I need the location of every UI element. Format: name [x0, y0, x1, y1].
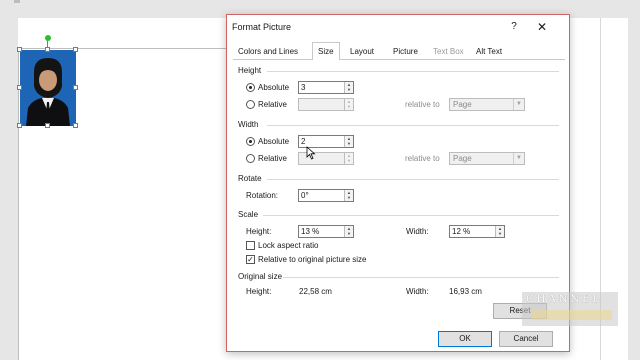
scale-height-label: Height:	[246, 227, 272, 236]
tab-alt-text[interactable]: Alt Text	[471, 44, 507, 59]
tab-layout[interactable]: Layout	[345, 44, 379, 59]
height-absolute-spinner[interactable]: 3 ▲ ▼	[298, 81, 354, 94]
resize-handle-l[interactable]	[17, 85, 22, 90]
ruler-mark	[14, 0, 20, 3]
height-absolute-radio[interactable]	[246, 83, 255, 92]
cancel-button[interactable]: Cancel	[499, 331, 553, 347]
selected-picture[interactable]	[17, 47, 78, 128]
scale-height-spinner[interactable]: 13 % ▲ ▼	[298, 225, 354, 238]
resize-handle-r[interactable]	[73, 85, 78, 90]
section-height: Height	[238, 66, 262, 75]
lock-aspect-ratio-label: Lock aspect ratio	[258, 241, 319, 250]
width-relative-label: Relative	[258, 154, 287, 163]
section-width: Width	[238, 120, 259, 129]
divider	[267, 125, 559, 126]
height-relative-to-label: relative to	[405, 100, 440, 109]
rotation-handle[interactable]	[45, 35, 51, 41]
divider	[283, 277, 559, 278]
tab-colors-and-lines[interactable]: Colors and Lines	[233, 44, 303, 59]
watermark-subtext-bar	[532, 310, 612, 320]
watermark-text: CHANNEL	[526, 294, 603, 305]
width-relative-radio[interactable]	[246, 154, 255, 163]
resize-handle-b[interactable]	[45, 123, 50, 128]
format-picture-dialog: Format Picture ? ✕ Colors and Lines Size…	[226, 14, 570, 352]
close-button[interactable]: ✕	[533, 18, 551, 36]
original-width-value: 16,93 cm	[449, 287, 482, 296]
height-relative-to-dropdown: Page ▼	[449, 98, 525, 111]
section-rotate: Rotate	[238, 174, 262, 183]
scale-width-label: Width:	[406, 227, 429, 236]
tab-text-box: Text Box	[433, 47, 464, 56]
chevron-down-icon: ▼	[513, 99, 524, 110]
height-absolute-value: 3	[301, 83, 306, 92]
rotation-spinner[interactable]: 0° ▲ ▼	[298, 189, 354, 202]
chevron-down-icon: ▼	[513, 153, 524, 164]
height-relative-label: Relative	[258, 100, 287, 109]
resize-handle-tl[interactable]	[17, 47, 22, 52]
ok-button[interactable]: OK	[438, 331, 492, 347]
resize-handle-t[interactable]	[45, 47, 50, 52]
resize-handle-br[interactable]	[73, 123, 78, 128]
resize-handle-tr[interactable]	[73, 47, 78, 52]
height-relative-radio[interactable]	[246, 100, 255, 109]
divider	[263, 215, 559, 216]
dialog-title: Format Picture	[232, 22, 292, 32]
width-relative-to-dropdown: Page ▼	[449, 152, 525, 165]
spin-down-icon[interactable]: ▼	[345, 87, 353, 92]
resize-handle-bl[interactable]	[17, 123, 22, 128]
width-relative-to-label: relative to	[405, 154, 440, 163]
original-width-label: Width:	[406, 287, 429, 296]
divider	[267, 71, 559, 72]
lock-aspect-ratio-checkbox[interactable]	[246, 241, 255, 250]
size-tab-panel: Height Absolute 3 ▲ ▼ Relative ▲ ▼ relativ…	[233, 59, 565, 335]
width-absolute-label: Absolute	[258, 137, 290, 146]
height-relative-spinner: ▲ ▼	[298, 98, 354, 111]
section-scale: Scale	[238, 210, 259, 219]
divider	[267, 179, 559, 180]
spin-down-icon[interactable]: ▼	[345, 231, 353, 236]
dialog-titlebar[interactable]: Format Picture ? ✕	[227, 15, 569, 39]
portrait-image	[20, 50, 76, 126]
relative-to-original-checkbox[interactable]: ✓	[246, 255, 255, 264]
spin-down-icon[interactable]: ▼	[496, 231, 504, 236]
mouse-cursor-icon	[306, 146, 316, 160]
rotation-value: 0°	[301, 191, 309, 200]
original-height-label: Height:	[246, 287, 272, 296]
original-height-value: 22,58 cm	[299, 287, 332, 296]
scale-height-value: 13 %	[301, 227, 320, 236]
height-absolute-label: Absolute	[258, 83, 290, 92]
tab-size[interactable]: Size	[312, 42, 340, 60]
spin-down-icon: ▼	[347, 104, 351, 109]
width-absolute-value: 2	[301, 137, 306, 146]
height-relative-to-value: Page	[453, 100, 472, 109]
check-icon: ✓	[247, 255, 254, 264]
width-relative-to-value: Page	[453, 154, 472, 163]
rotation-label: Rotation:	[246, 191, 279, 200]
spin-down-icon: ▼	[347, 158, 351, 163]
spin-down-icon[interactable]: ▼	[345, 141, 353, 146]
relative-to-original-label: Relative to original picture size	[258, 255, 367, 264]
spin-down-icon[interactable]: ▼	[345, 195, 353, 200]
tab-picture[interactable]: Picture	[388, 44, 423, 59]
section-original-size: Original size	[238, 272, 283, 281]
margin-guide-left	[18, 48, 19, 360]
scale-width-spinner[interactable]: 12 % ▲ ▼	[449, 225, 505, 238]
width-absolute-radio[interactable]	[246, 137, 255, 146]
scale-width-value: 12 %	[452, 227, 471, 236]
channel-watermark: CHANNEL	[522, 292, 618, 326]
help-button[interactable]: ?	[505, 18, 523, 36]
portrait-photo	[20, 50, 76, 126]
